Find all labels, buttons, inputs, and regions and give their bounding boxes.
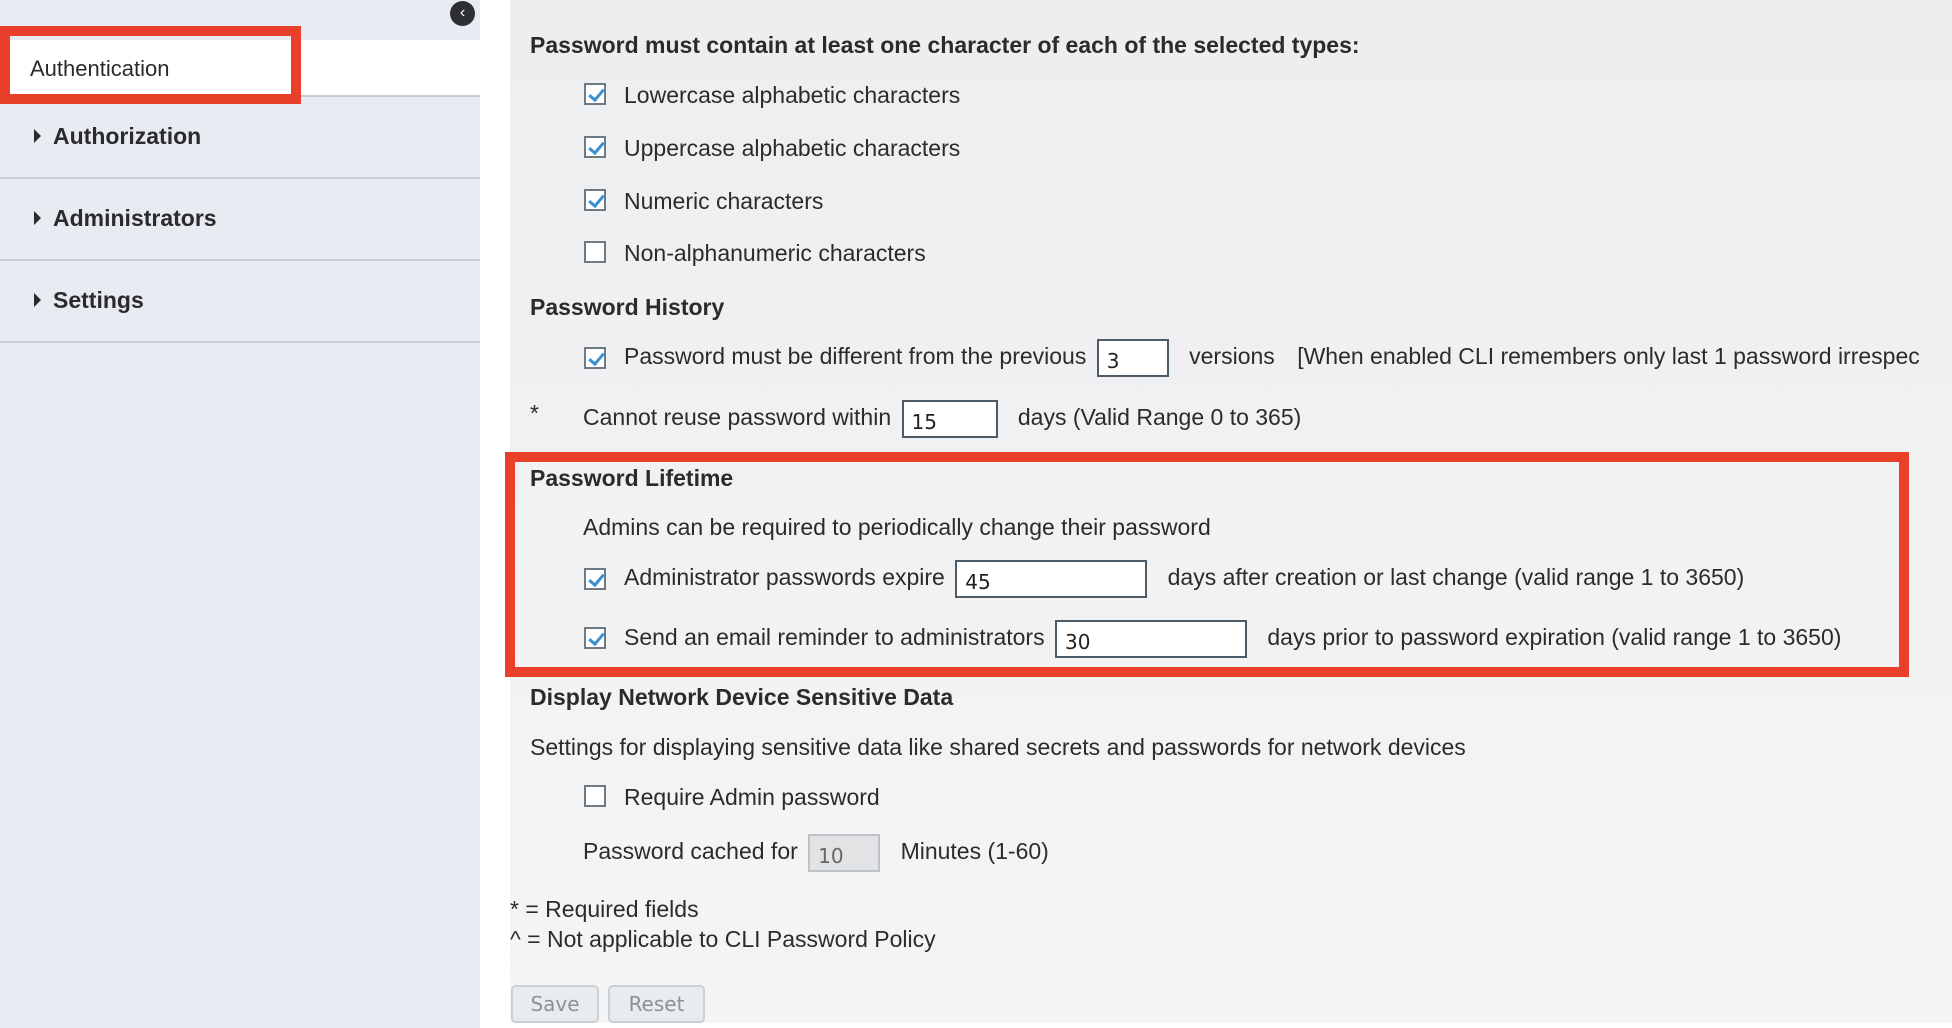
require-admin-password-label: Require Admin password — [624, 784, 880, 810]
numeric-label: Numeric characters — [624, 188, 824, 214]
lifetime-description: Admins can be required to periodically c… — [583, 514, 1211, 540]
reminder-suffix: days prior to password expiration (valid… — [1267, 624, 1842, 651]
cli-note: [When enabled CLI remembers only last 1 … — [1297, 343, 1920, 370]
sensitive-data-description: Settings for displaying sensitive data l… — [530, 734, 1466, 760]
sidebar-item-label: Administrators — [53, 205, 217, 231]
versions-label: versions — [1189, 343, 1275, 370]
sidebar-item-settings[interactable]: Settings — [0, 261, 480, 343]
expire-row: Administrator passwords expire 45 days a… — [624, 560, 1744, 598]
cached-suffix: Minutes (1-60) — [900, 838, 1049, 865]
reuse-suffix: days (Valid Range 0 to 365) — [1017, 404, 1302, 431]
password-history-heading: Password History — [530, 294, 725, 320]
lowercase-label: Lowercase alphabetic characters — [624, 82, 961, 108]
sidebar-item-label: Authentication — [30, 56, 170, 81]
reminder-label: Send an email reminder to administrators — [624, 624, 1045, 651]
sensitive-data-heading: Display Network Device Sensitive Data — [530, 684, 954, 710]
previous-versions-input[interactable]: 3 — [1096, 339, 1169, 377]
sidebar-item-label: Settings — [53, 287, 144, 313]
sidebar-item-label: Authorization — [53, 123, 202, 149]
save-button[interactable]: Save — [511, 985, 599, 1023]
password-lifetime-heading: Password Lifetime — [530, 465, 734, 491]
uppercase-checkbox[interactable] — [584, 136, 606, 158]
password-different-checkbox[interactable] — [584, 347, 606, 369]
collapse-sidebar-button[interactable]: ‹ — [450, 1, 475, 26]
reuse-row: Cannot reuse password within 15 days (Va… — [583, 400, 1301, 438]
reminder-checkbox[interactable] — [584, 627, 606, 649]
sidebar-item-authorization[interactable]: Authorization — [0, 97, 480, 179]
numeric-checkbox[interactable] — [584, 189, 606, 211]
password-different-row: Password must be different from the prev… — [624, 339, 1920, 377]
triangle-right-icon — [34, 129, 41, 143]
lowercase-checkbox[interactable] — [584, 83, 606, 105]
reset-button[interactable]: Reset — [608, 985, 705, 1023]
uppercase-label: Uppercase alphabetic characters — [624, 135, 961, 161]
require-admin-password-checkbox[interactable] — [584, 785, 606, 807]
password-different-label: Password must be different from the prev… — [624, 343, 1087, 370]
reminder-row: Send an email reminder to administrators… — [624, 620, 1841, 658]
expire-checkbox[interactable] — [584, 568, 606, 590]
triangle-right-icon — [34, 211, 41, 225]
sidebar: ‹ Authentication Authorization Administr… — [0, 0, 480, 1028]
non-alphanumeric-checkbox[interactable] — [584, 241, 606, 263]
cached-minutes-input[interactable]: 10 — [808, 834, 881, 872]
expire-suffix: days after creation or last change (vali… — [1167, 564, 1745, 591]
reuse-marker: * — [530, 400, 539, 426]
non-alphanumeric-label: Non-alphanumeric characters — [624, 240, 926, 266]
triangle-right-icon — [34, 293, 41, 307]
chevron-left-icon: ‹ — [459, 4, 466, 21]
password-policy-panel: Password must contain at least one chara… — [510, 0, 1952, 1023]
cached-row: Password cached for 10 Minutes (1-60) — [583, 834, 1049, 872]
sidebar-item-authentication[interactable]: Authentication — [0, 40, 480, 97]
reminder-days-input[interactable]: 30 — [1054, 620, 1247, 658]
reuse-days-input[interactable]: 15 — [901, 400, 998, 438]
cached-label: Password cached for — [583, 838, 798, 865]
expire-label: Administrator passwords expire — [624, 564, 945, 591]
cli-policy-note: ^ = Not applicable to CLI Password Polic… — [510, 926, 936, 952]
expire-days-input[interactable]: 45 — [955, 560, 1148, 598]
char-types-heading: Password must contain at least one chara… — [530, 32, 1360, 58]
sidebar-item-administrators[interactable]: Administrators — [0, 179, 480, 261]
required-fields-note: * = Required fields — [510, 896, 699, 922]
reuse-label: Cannot reuse password within — [583, 404, 892, 431]
